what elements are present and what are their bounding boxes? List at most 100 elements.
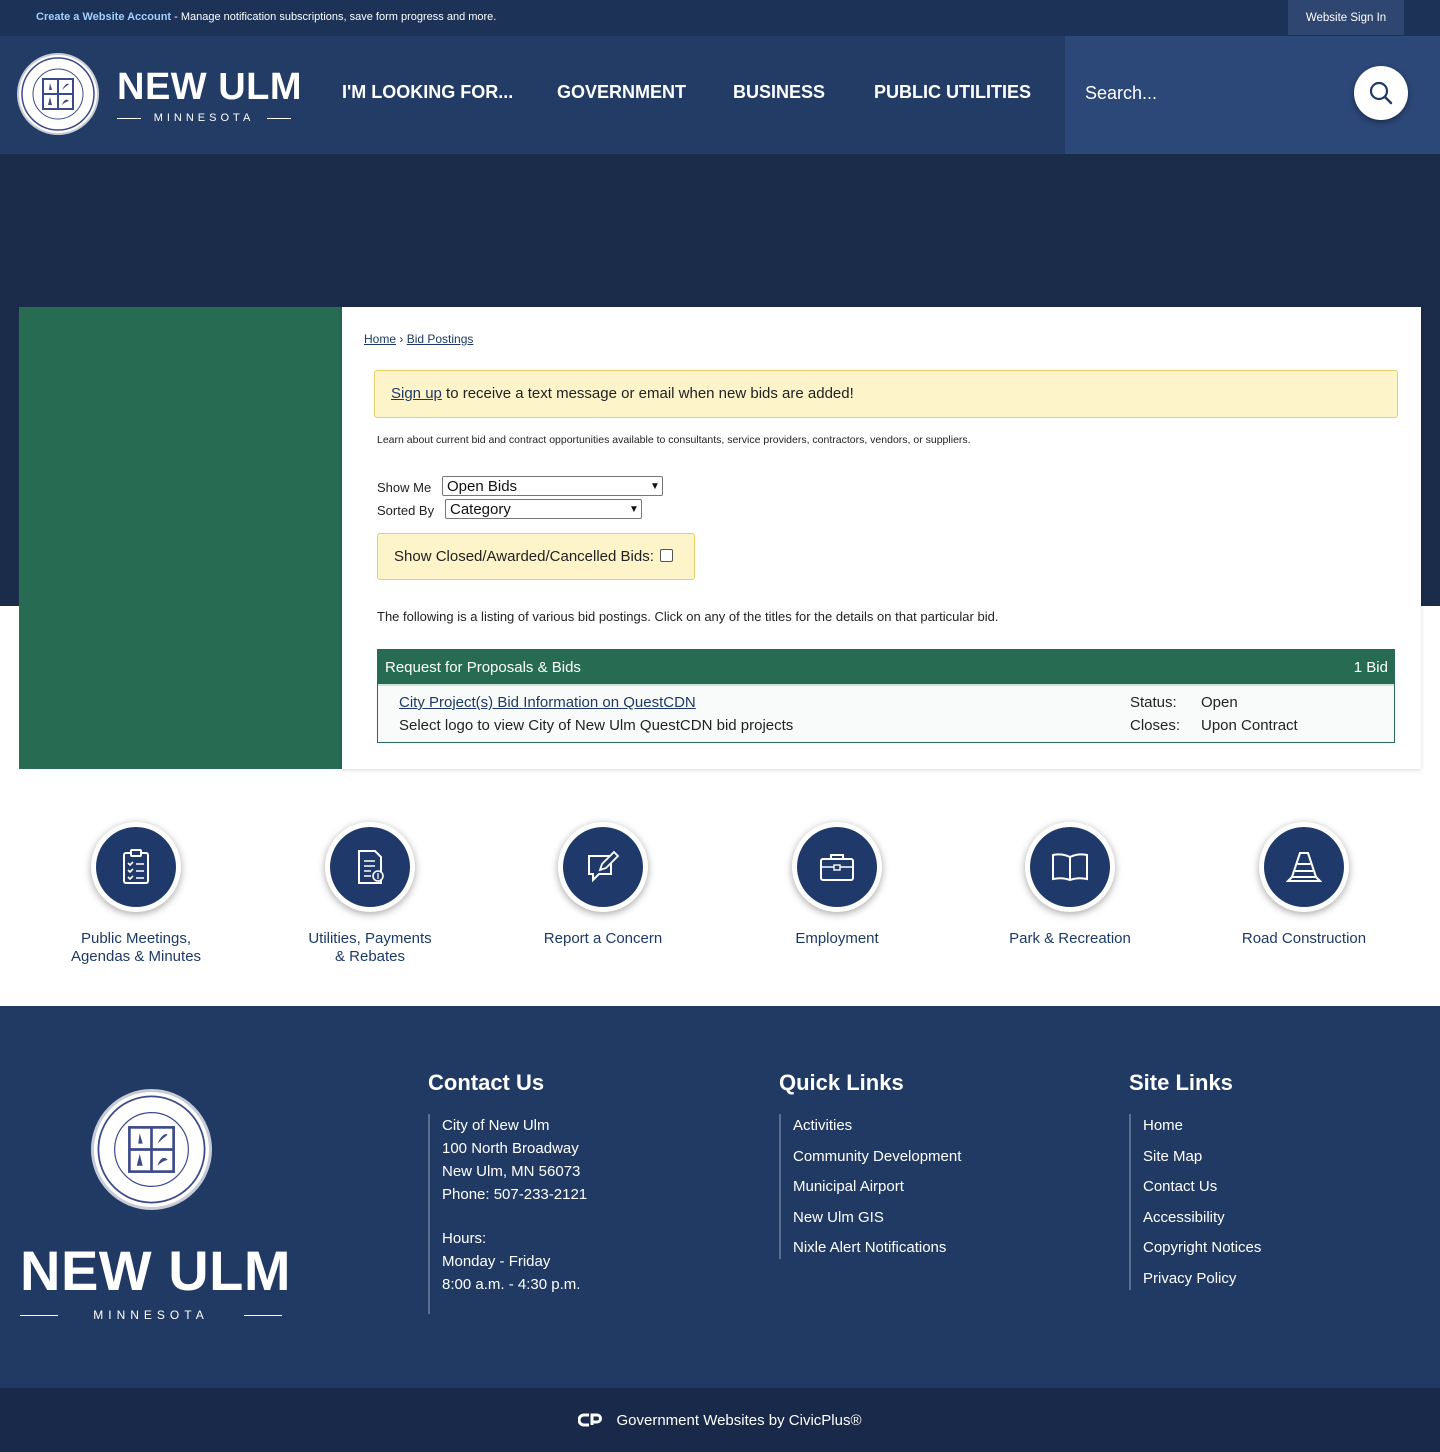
quick-link-utilities[interactable]: Utilities, Payments & Rebates bbox=[253, 822, 487, 966]
search-button[interactable] bbox=[1354, 66, 1408, 120]
quick-link-label-line1: Public Meetings, bbox=[80, 930, 192, 947]
footer-site-links-list: Home Site Map Contact Us Accessibility C… bbox=[1129, 1114, 1261, 1290]
quick-link-report-concern[interactable]: Report a Concern bbox=[486, 822, 720, 948]
search-input[interactable]: Search... bbox=[1085, 83, 1157, 104]
briefcase-icon bbox=[820, 854, 854, 881]
quick-link-circle bbox=[792, 822, 882, 912]
footer-link[interactable]: Site Map bbox=[1143, 1145, 1261, 1168]
breadcrumb-separator: › bbox=[399, 332, 404, 346]
footer-link[interactable]: Municipal Airport bbox=[793, 1175, 961, 1198]
sign-up-link[interactable]: Sign up bbox=[391, 385, 442, 402]
quick-link-label: Employment bbox=[795, 930, 879, 947]
breadcrumb-home[interactable]: Home bbox=[364, 332, 396, 346]
nav-government[interactable]: GOVERNMENT bbox=[557, 82, 686, 103]
contact-line: 100 North Broadway bbox=[442, 1140, 579, 1157]
sorted-by-select[interactable]: Category ▼ bbox=[445, 499, 642, 519]
divider bbox=[243, 1314, 282, 1316]
account-description: - Manage notification subscriptions, sav… bbox=[171, 11, 497, 23]
nav-public-utilities[interactable]: PUBLIC UTILITIES bbox=[874, 82, 1031, 103]
sorted-by-value: Category bbox=[450, 500, 511, 518]
quick-link-label: Utilities, Payments & Rebates bbox=[253, 930, 487, 966]
nav-business[interactable]: BUSINESS bbox=[733, 82, 825, 103]
civicplus-logo-icon bbox=[578, 1413, 603, 1427]
bid-description: Select logo to view City of New Ulm Ques… bbox=[399, 717, 794, 734]
footer-link[interactable]: Activities bbox=[793, 1114, 961, 1137]
clipboard-checklist-icon bbox=[123, 849, 149, 884]
chevron-down-icon: ▼ bbox=[629, 503, 639, 515]
footer-link[interactable]: New Ulm GIS bbox=[793, 1206, 961, 1229]
quick-link-circle bbox=[1025, 822, 1115, 912]
quick-link-circle bbox=[91, 822, 181, 912]
show-closed-checkbox[interactable] bbox=[659, 549, 673, 562]
city-seal-logo[interactable] bbox=[17, 53, 99, 135]
quick-link-circle bbox=[558, 822, 648, 912]
quick-link-inner bbox=[1030, 827, 1110, 907]
book-icon bbox=[1052, 853, 1088, 882]
contact-line: New Ulm, MN 56073 bbox=[442, 1163, 581, 1180]
nav-looking-for[interactable]: I'M LOOKING FOR... bbox=[342, 82, 513, 103]
contact-phone: Phone: 507-233-2121 bbox=[442, 1186, 588, 1203]
footer-quick-links-list: Activities Community Development Municip… bbox=[779, 1114, 961, 1259]
quick-link-circle bbox=[325, 822, 415, 912]
show-closed-label: Show Closed/Awarded/Cancelled Bids: bbox=[394, 548, 654, 565]
footer-contact-heading: Contact Us bbox=[428, 1070, 545, 1095]
divider bbox=[378, 684, 1394, 686]
footer-link[interactable]: Copyright Notices bbox=[1143, 1236, 1261, 1259]
side-panel bbox=[19, 307, 342, 769]
quick-link-park-recreation[interactable]: Park & Recreation bbox=[953, 822, 1187, 948]
bid-category-header: Request for Proposals & Bids 1 Bid bbox=[378, 650, 1394, 684]
sign-in-button[interactable]: Website Sign In bbox=[1288, 0, 1404, 35]
quick-link-label: Road Construction bbox=[1241, 930, 1367, 947]
brand-subtitle: MINNESOTA bbox=[117, 112, 291, 124]
quick-link-label: Public Meetings, Agendas & Minutes bbox=[19, 930, 253, 966]
quick-link-label: Park & Recreation bbox=[1009, 930, 1131, 947]
breadcrumb: Home › Bid Postings bbox=[364, 332, 473, 346]
signup-notice: Sign up to receive a text message or ema… bbox=[374, 370, 1398, 418]
chevron-down-icon: ▼ bbox=[650, 480, 660, 492]
divider bbox=[20, 1314, 58, 1316]
quick-link-road-construction[interactable]: Road Construction bbox=[1187, 822, 1421, 948]
top-bar: Create a Website Account - Manage notifi… bbox=[0, 0, 1440, 36]
quick-link-inner bbox=[1264, 827, 1344, 907]
footer-city-seal[interactable] bbox=[91, 1089, 212, 1210]
bid-status-value: Open bbox=[1201, 694, 1238, 711]
footer-brand-name: NEW ULM bbox=[20, 1239, 292, 1302]
contact-hours: 8:00 a.m. - 4:30 p.m. bbox=[442, 1276, 581, 1293]
create-account-link[interactable]: Create a Website Account bbox=[36, 11, 171, 23]
quick-link-label-line2: & Rebates bbox=[334, 948, 406, 965]
quick-link-inner bbox=[330, 827, 410, 907]
quick-link-inner bbox=[96, 827, 176, 907]
show-closed-bids-box: Show Closed/Awarded/Cancelled Bids: bbox=[377, 533, 695, 580]
quick-link-meetings[interactable]: Public Meetings, Agendas & Minutes bbox=[19, 822, 253, 966]
footer-link[interactable]: Privacy Policy bbox=[1143, 1267, 1261, 1290]
contact-hours: Hours: bbox=[442, 1230, 487, 1247]
brand-name[interactable]: NEW ULM bbox=[117, 66, 302, 109]
search-icon bbox=[1369, 81, 1393, 105]
search-area: Search... bbox=[1065, 36, 1440, 154]
footer-link[interactable]: Community Development bbox=[793, 1145, 961, 1168]
quick-link-label-line1: Utilities, Payments bbox=[308, 930, 432, 947]
main-content: Home › Bid Postings Sign up to receive a… bbox=[342, 307, 1421, 769]
bid-status-label: Status: bbox=[1130, 694, 1177, 711]
quick-link-label: Report a Concern bbox=[543, 930, 663, 947]
footer-brand-subtitle-text: MINNESOTA bbox=[93, 1308, 209, 1322]
footer-link[interactable]: Contact Us bbox=[1143, 1175, 1261, 1198]
contact-hours: Monday - Friday bbox=[442, 1253, 551, 1270]
contact-line: City of New Ulm bbox=[442, 1117, 550, 1134]
divider bbox=[117, 117, 141, 119]
civicplus-text: Government Websites by CivicPlus® bbox=[616, 1411, 862, 1429]
footer-site-links: Site Links Home Site Map Contact Us Acce… bbox=[1129, 1070, 1261, 1290]
footer-link[interactable]: Nixle Alert Notifications bbox=[793, 1236, 961, 1259]
breadcrumb-bid-postings[interactable]: Bid Postings bbox=[407, 332, 474, 346]
bid-title-link[interactable]: City Project(s) Bid Information on Quest… bbox=[399, 694, 696, 711]
civicplus-bar[interactable]: Government Websites by CivicPlus® bbox=[0, 1388, 1440, 1452]
bid-closes-value: Upon Contract bbox=[1201, 717, 1298, 734]
account-message: Create a Website Account - Manage notifi… bbox=[36, 11, 496, 23]
footer-site-links-heading: Site Links bbox=[1129, 1070, 1233, 1095]
footer-link[interactable]: Home bbox=[1143, 1114, 1261, 1137]
footer-link[interactable]: Accessibility bbox=[1143, 1206, 1261, 1229]
show-me-select[interactable]: Open Bids ▼ bbox=[442, 476, 663, 496]
listing-description: The following is a listing of various bi… bbox=[377, 609, 999, 624]
quick-link-inner bbox=[563, 827, 643, 907]
quick-link-employment[interactable]: Employment bbox=[720, 822, 954, 948]
